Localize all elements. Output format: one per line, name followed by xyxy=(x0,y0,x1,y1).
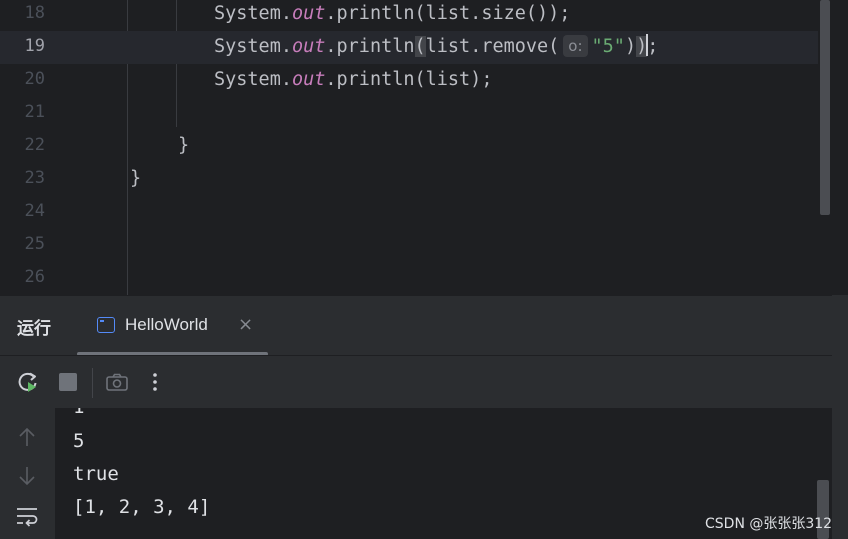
code-line-20[interactable]: 20 System.out.println(list); xyxy=(0,64,818,97)
toolbar-separator xyxy=(92,368,93,398)
parameter-hint: o: xyxy=(563,35,588,57)
arrow-down-icon[interactable] xyxy=(14,463,40,489)
more-vertical-icon[interactable] xyxy=(142,369,168,395)
rerun-icon[interactable] xyxy=(15,369,41,395)
code-line-19[interactable]: 19 System.out.println(list.remove(o: "5")… xyxy=(0,31,818,64)
console-line: [1, 2, 3, 4] xyxy=(73,496,211,518)
editor-scrollbar[interactable] xyxy=(818,0,831,295)
line-number: 18 xyxy=(24,3,45,23)
code-line-22[interactable]: 22 } xyxy=(0,130,818,163)
line-number: 21 xyxy=(24,102,45,122)
right-edge-panel xyxy=(832,295,848,539)
arrow-up-icon[interactable] xyxy=(14,425,40,451)
code-text: System.out.println(list.size()); xyxy=(214,3,571,24)
line-number: 19 xyxy=(24,36,45,56)
code-line-23[interactable]: 23 } xyxy=(0,163,818,196)
editor-scrollbar-thumb[interactable] xyxy=(820,0,830,215)
line-number: 22 xyxy=(24,135,45,155)
console-side-toolbar xyxy=(0,408,55,539)
console-line: 5 xyxy=(73,430,85,452)
code-editor[interactable]: 18 System.out.println(list.size()); 19 S… xyxy=(0,0,848,295)
watermark: CSDN @张张张312 xyxy=(705,516,833,532)
code-text: System.out.println(list); xyxy=(214,69,493,90)
line-number: 25 xyxy=(24,234,45,254)
close-tab-icon[interactable]: × xyxy=(238,314,253,335)
run-tool-window-header: 运行 HelloWorld × xyxy=(0,295,832,356)
code-text: System.out.println(list.remove(o: "5")); xyxy=(214,34,659,57)
line-number: 20 xyxy=(24,69,45,89)
tab-label: HelloWorld xyxy=(125,315,208,334)
line-number: 24 xyxy=(24,201,45,221)
run-toolbar xyxy=(0,355,832,408)
soft-wrap-icon[interactable] xyxy=(14,503,40,529)
code-text: } xyxy=(130,168,142,189)
line-number: 23 xyxy=(24,168,45,188)
stop-icon[interactable] xyxy=(55,369,81,395)
code-line-18[interactable]: 18 System.out.println(list.size()); xyxy=(0,0,818,31)
tool-window-title: 运行 xyxy=(17,319,51,339)
console-window-icon xyxy=(97,317,115,333)
code-text: } xyxy=(178,135,190,156)
console-line: true xyxy=(73,463,119,485)
code-line-24[interactable]: 24 xyxy=(0,196,818,229)
line-number: 26 xyxy=(24,267,45,287)
code-line-26[interactable]: 26 xyxy=(0,262,818,295)
code-line-25[interactable]: 25 xyxy=(0,229,818,262)
camera-icon[interactable] xyxy=(104,369,130,395)
code-line-21[interactable]: 21 xyxy=(0,97,818,130)
tab-helloworld[interactable]: HelloWorld × xyxy=(77,296,268,356)
console-line: 1 xyxy=(73,408,84,418)
